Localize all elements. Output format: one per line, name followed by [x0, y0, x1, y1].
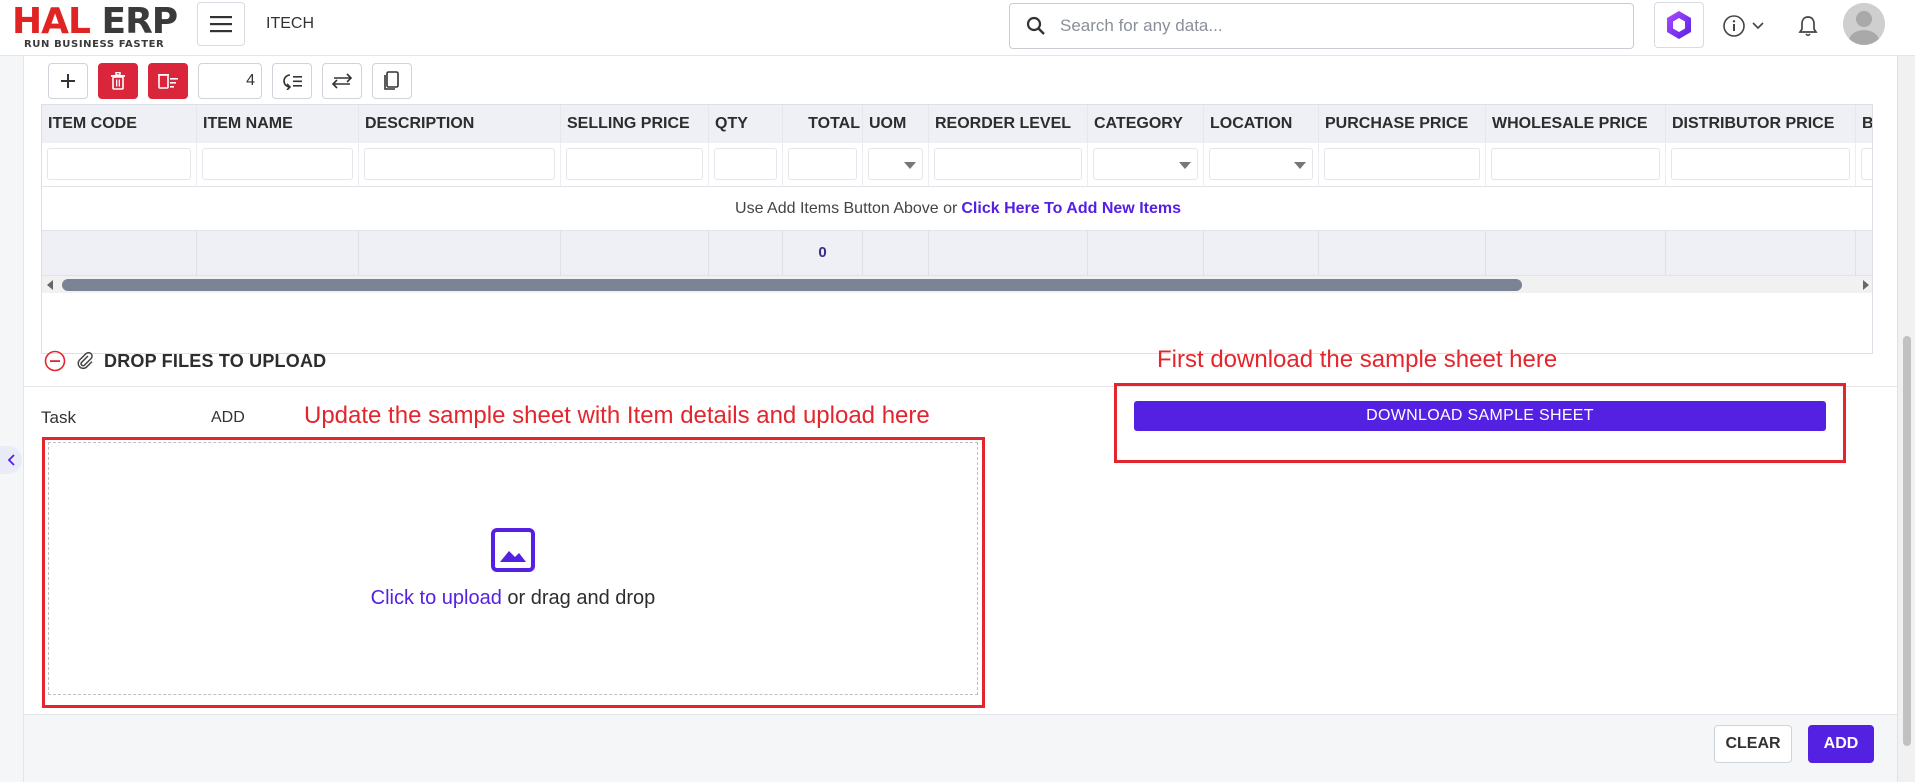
- page-scrollbar-thumb[interactable]: [1903, 336, 1911, 746]
- arrows-swap-icon: [331, 73, 353, 89]
- filter-selling-price[interactable]: [561, 143, 709, 186]
- upload-highlight-box: [42, 437, 985, 708]
- scroll-left-arrow-icon[interactable]: [47, 280, 53, 290]
- notifications-button[interactable]: [1795, 12, 1821, 40]
- info-icon: [1723, 15, 1745, 37]
- col-description[interactable]: DESCRIPTION: [359, 105, 561, 143]
- upload-annotation: Update the sample sheet with Item detail…: [304, 402, 930, 429]
- user-avatar[interactable]: [1843, 3, 1885, 45]
- col-total[interactable]: TOTAL: [783, 105, 863, 143]
- col-reorder-level[interactable]: REORDER LEVEL: [929, 105, 1088, 143]
- grid-filter-row: [42, 143, 1872, 187]
- upload-section-title: DROP FILES TO UPLOAD: [104, 350, 327, 371]
- clear-list-icon: [158, 74, 178, 89]
- search-input[interactable]: [1060, 16, 1600, 36]
- search-icon: [1026, 16, 1045, 35]
- filter-distributor-price[interactable]: [1666, 143, 1856, 186]
- add-row-button[interactable]: [48, 63, 88, 99]
- col-wholesale-price[interactable]: WHOLESALE PRICE: [1486, 105, 1666, 143]
- filter-category[interactable]: [1088, 143, 1204, 186]
- bell-icon: [1798, 16, 1818, 37]
- grid-toolbar: 4: [48, 62, 412, 100]
- top-bar: HAL ERP RUN BUSINESS FASTER ITECH: [0, 0, 1915, 56]
- page-scrollbar[interactable]: [1897, 56, 1915, 782]
- empty-grid-message: Use Add Items Button Above or Click Here…: [42, 187, 1872, 231]
- delete-all-button[interactable]: [148, 63, 188, 99]
- copy-icon: [384, 71, 399, 90]
- app-logo-icon: [1667, 11, 1691, 39]
- clear-button[interactable]: CLEAR: [1714, 725, 1792, 763]
- plus-icon: [61, 74, 75, 88]
- col-qty[interactable]: QTY: [709, 105, 783, 143]
- col-uom[interactable]: UOM: [863, 105, 929, 143]
- task-value[interactable]: ADD: [211, 409, 245, 427]
- grid-scrollbar-thumb[interactable]: [62, 279, 1522, 291]
- add-new-items-link[interactable]: Click Here To Add New Items: [961, 200, 1181, 218]
- items-grid: ITEM CODE ITEM NAME DESCRIPTION SELLING …: [41, 104, 1873, 354]
- dropdown-caret-icon: [1294, 162, 1306, 169]
- logo-hal: HAL: [12, 1, 91, 42]
- company-name[interactable]: ITECH: [266, 15, 314, 33]
- filter-uom[interactable]: [863, 143, 929, 186]
- dropdown-caret-icon: [904, 162, 916, 169]
- list-swap-icon: [283, 74, 302, 90]
- search-box[interactable]: [1009, 3, 1634, 49]
- logo-erp: ERP: [101, 1, 178, 42]
- chevron-down-icon: [1752, 22, 1764, 30]
- scroll-right-arrow-icon[interactable]: [1863, 280, 1869, 290]
- filter-total[interactable]: [783, 143, 863, 186]
- task-label: Task: [41, 408, 76, 427]
- chevron-left-icon: [7, 454, 15, 466]
- download-annotation: First download the sample sheet here: [1157, 346, 1558, 373]
- filter-location[interactable]: [1204, 143, 1319, 186]
- left-sidebar-strip: [0, 56, 24, 782]
- download-highlight-box: [1114, 383, 1846, 463]
- filter-item-name[interactable]: [197, 143, 359, 186]
- col-item-code[interactable]: ITEM CODE: [42, 105, 197, 143]
- swap-button[interactable]: [322, 63, 362, 99]
- col-location[interactable]: LOCATION: [1204, 105, 1319, 143]
- reorder-button[interactable]: [272, 63, 312, 99]
- filter-wholesale-price[interactable]: [1486, 143, 1666, 186]
- total-value: 0: [783, 231, 863, 275]
- col-selling-price[interactable]: SELLING PRICE: [561, 105, 709, 143]
- footer-bar: CLEAR ADD: [24, 714, 1897, 782]
- dropdown-caret-icon: [1179, 162, 1191, 169]
- filter-reorder-level[interactable]: [929, 143, 1088, 186]
- grid-horizontal-scrollbar[interactable]: [42, 275, 1872, 293]
- menu-button[interactable]: [197, 2, 245, 46]
- help-menu[interactable]: [1722, 12, 1772, 40]
- row-count-input[interactable]: 4: [198, 63, 262, 99]
- paperclip-icon: [77, 351, 93, 370]
- filter-purchase-price[interactable]: [1319, 143, 1486, 186]
- hamburger-icon: [210, 16, 232, 33]
- empty-message-text: Use Add Items Button Above or: [735, 199, 958, 217]
- col-category[interactable]: CATEGORY: [1088, 105, 1204, 143]
- filter-qty[interactable]: [709, 143, 783, 186]
- filter-next[interactable]: [1856, 143, 1872, 186]
- grid-total-row: 0: [42, 231, 1872, 275]
- main-panel: 4 ITEM CODE ITEM NAME DESCRIPTION SELLIN…: [24, 56, 1897, 714]
- add-button[interactable]: ADD: [1808, 725, 1874, 763]
- logo[interactable]: HAL ERP RUN BUSINESS FASTER: [12, 1, 182, 50]
- upload-section-header: DROP FILES TO UPLOAD: [44, 350, 326, 372]
- filter-description[interactable]: [359, 143, 561, 186]
- user-icon: [1843, 3, 1885, 45]
- collapse-minus-icon[interactable]: [44, 350, 66, 372]
- grid-header-row: ITEM CODE ITEM NAME DESCRIPTION SELLING …: [42, 105, 1872, 143]
- col-purchase-price[interactable]: PURCHASE PRICE: [1319, 105, 1486, 143]
- col-distributor-price[interactable]: DISTRIBUTOR PRICE: [1666, 105, 1856, 143]
- delete-row-button[interactable]: [98, 63, 138, 99]
- col-next[interactable]: B: [1856, 105, 1872, 143]
- copy-button[interactable]: [372, 63, 412, 99]
- col-item-name[interactable]: ITEM NAME: [197, 105, 359, 143]
- trash-icon: [111, 72, 125, 90]
- filter-item-code[interactable]: [42, 143, 197, 186]
- logo-tagline: RUN BUSINESS FASTER: [24, 39, 165, 50]
- apps-button[interactable]: [1654, 2, 1704, 48]
